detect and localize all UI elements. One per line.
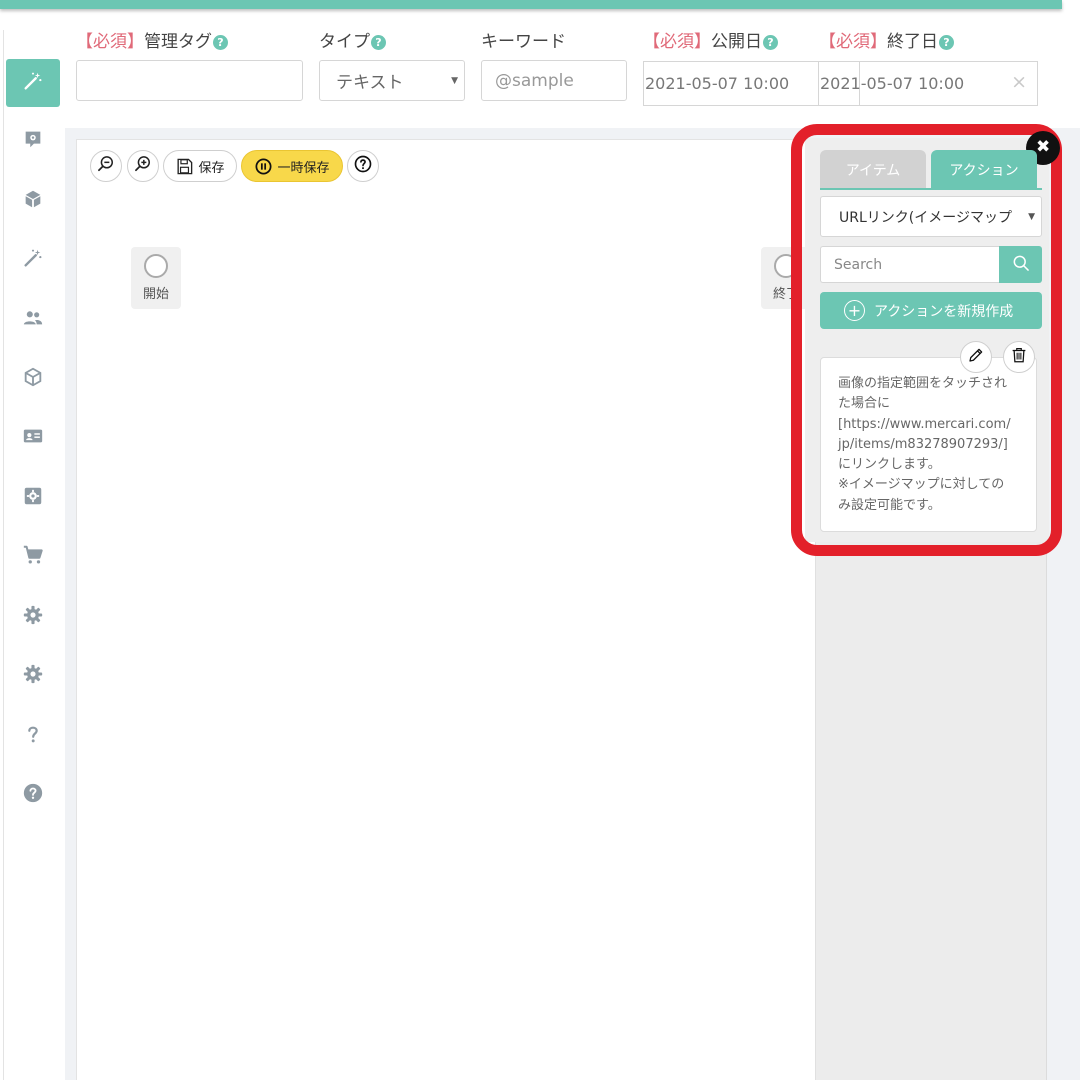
search-icon [1011, 253, 1031, 277]
help-badge-icon[interactable]: ? [371, 35, 386, 50]
start-node[interactable]: 開始 [131, 247, 181, 309]
sidebar-item-users[interactable] [6, 296, 60, 344]
help-button[interactable] [347, 150, 379, 182]
action-type-value: URLリンク(イメージマップ [839, 209, 1012, 226]
zoom-in-icon [133, 154, 153, 178]
zoom-out-button[interactable] [90, 150, 122, 182]
settings-box-icon [22, 128, 44, 154]
clear-icon[interactable]: × [1011, 71, 1027, 93]
card-text-line: jp/items/m83278907293/] [838, 436, 1008, 452]
id-card-icon [22, 425, 44, 451]
sidebar-item-settings[interactable] [6, 593, 60, 641]
package-icon [22, 188, 44, 214]
card-text-line: [https://www.mercari.com/ [838, 416, 1011, 432]
save-label: 保存 [198, 160, 225, 176]
publish-date-label: 【必須】公開日? [643, 27, 778, 52]
pencil-icon [967, 346, 985, 368]
sidebar-item-system[interactable] [6, 474, 60, 522]
type-label: タイプ? [319, 27, 386, 52]
zoom-out-icon [96, 154, 116, 178]
app-root: 【必須】管理タグ? タイプ? キーワード 【必須】公開日? 【必須】終了日? テ… [0, 0, 1080, 1080]
end-date-label-text: 終了日 [887, 32, 938, 52]
action-card[interactable]: 画像の指定範囲をタッチされ た場合に [https://www.mercari.… [820, 357, 1037, 532]
tab-underline [820, 188, 1042, 190]
card-text-line: にリンクします。 [838, 457, 941, 473]
help-circle-icon [353, 154, 373, 178]
magic-wand-icon [22, 70, 44, 96]
tag-input[interactable] [76, 60, 303, 101]
new-action-button[interactable]: + アクションを新規作成 [820, 292, 1042, 329]
save-button[interactable]: 保存 [163, 150, 237, 182]
end-date-label: 【必須】終了日? [819, 27, 954, 52]
temp-save-label: 一時保存 [277, 160, 330, 176]
required-marker: 【必須】 [819, 32, 887, 52]
keyword-input[interactable]: @sample [481, 60, 627, 101]
keyword-label: キーワード [481, 27, 566, 52]
sidebar-item-contacts[interactable] [6, 414, 60, 462]
help-badge-icon[interactable]: ? [939, 35, 954, 50]
tab-actions[interactable]: アクション [931, 150, 1037, 189]
delete-action-button[interactable] [1003, 341, 1035, 373]
keyword-label-text: キーワード [481, 32, 566, 52]
flow-canvas[interactable] [76, 139, 818, 1080]
sidebar-item-advanced-settings[interactable] [6, 652, 60, 700]
tag-label: 【必須】管理タグ? [76, 27, 228, 52]
card-text-line: ※イメージマップに対しての [838, 477, 1005, 493]
type-select[interactable]: テキスト ▼ [319, 60, 465, 101]
question-icon [22, 723, 44, 749]
end-date-value: 2021-05-07 10:00 [820, 74, 965, 93]
card-text-line: た場合に [838, 396, 891, 412]
sidebar-item-magic[interactable] [6, 236, 60, 284]
required-marker: 【必須】 [643, 32, 711, 52]
help-circle-icon [22, 782, 44, 808]
users-icon [22, 307, 44, 333]
plus-circle-icon: + [844, 300, 865, 321]
action-type-select[interactable]: URLリンク(イメージマップ ▼ [820, 196, 1042, 237]
top-accent-bar [0, 0, 1062, 9]
sidebar [3, 30, 65, 1080]
end-date-input[interactable]: 2021-05-07 10:00 × [818, 61, 1038, 106]
sidebar-item-cart[interactable] [6, 533, 60, 581]
publish-date-label-text: 公開日 [711, 32, 762, 52]
edit-action-button[interactable] [960, 341, 992, 373]
gear-icon [22, 663, 44, 689]
caret-down-icon: ▼ [1028, 212, 1035, 222]
help-badge-icon[interactable]: ? [763, 35, 778, 50]
required-marker: 【必須】 [76, 32, 144, 52]
card-text-line: 画像の指定範囲をタッチされ [838, 376, 1008, 391]
settings-box-icon [22, 485, 44, 511]
temp-save-button[interactable]: 一時保存 [241, 150, 343, 182]
sidebar-item-scenario[interactable] [6, 59, 60, 107]
pause-icon [254, 157, 273, 176]
start-node-label: 開始 [142, 287, 169, 302]
search-button[interactable] [999, 246, 1042, 283]
type-select-value: テキスト [336, 73, 404, 93]
sidebar-item-faq[interactable] [6, 712, 60, 760]
tag-label-text: 管理タグ [144, 32, 212, 52]
magic-wand-icon [22, 247, 44, 273]
card-text-line: み設定可能です。 [838, 497, 941, 513]
sidebar-item-settings-box[interactable] [6, 117, 60, 165]
tab-items[interactable]: アイテム [820, 150, 926, 189]
type-label-text: タイプ [319, 32, 370, 52]
sidebar-item-package[interactable] [6, 177, 60, 225]
node-connector[interactable] [144, 254, 168, 278]
sidebar-item-cube[interactable] [6, 355, 60, 403]
trash-icon [1010, 346, 1028, 368]
floppy-icon [175, 157, 194, 176]
cart-icon [22, 544, 44, 570]
gear-icon [22, 604, 44, 630]
cube-icon [22, 366, 44, 392]
new-action-label: アクションを新規作成 [874, 303, 1014, 320]
help-badge-icon[interactable]: ? [213, 35, 228, 50]
caret-down-icon: ▼ [451, 76, 458, 86]
zoom-in-button[interactable] [127, 150, 159, 182]
sidebar-item-help[interactable] [6, 771, 60, 819]
action-search-input[interactable]: Search [820, 246, 1000, 283]
